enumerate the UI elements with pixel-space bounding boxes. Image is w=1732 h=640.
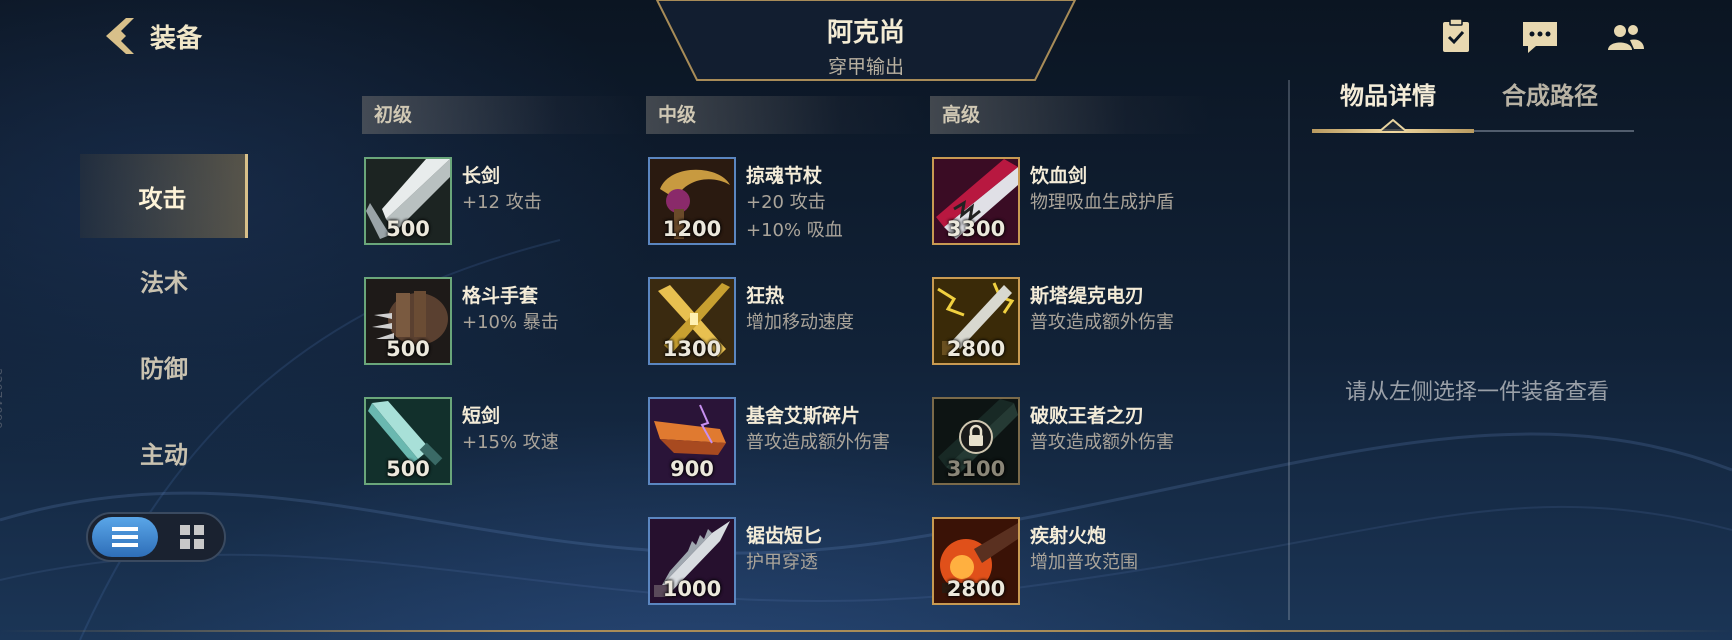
friends-icon [1608,25,1644,50]
item-name: 破败王者之刃 [1030,405,1145,427]
lock-icon [959,420,993,454]
item-desc: +20 攻击 +10% 吸血 [746,189,843,245]
item-desc: 物理吸血生成护盾 [1030,192,1174,213]
item-price: 2800 [946,337,1006,361]
clipboard-check-icon [1443,18,1469,52]
rapid-firecannon-thumb: 2800 [932,517,1020,605]
item-name: 锯齿短匕 [746,525,823,547]
kircheis-shard-thumb: 900 [648,397,736,485]
soul-scepter-thumb: 1200 [648,157,736,245]
sidebar-item-label: 防御 [140,354,188,383]
item-long-sword[interactable]: 500 长剑 +12 攻击 [364,157,634,253]
item-price: 500 [386,217,430,241]
chat-button[interactable] [1520,18,1560,56]
statikk-shiv-thumb: 2800 [932,277,1020,365]
item-price: 500 [386,457,430,481]
item-price: 2800 [946,577,1006,601]
item-name: 疾射火炮 [1030,525,1107,547]
long-sword-thumb: 500 [364,157,452,245]
column-header-intermediate: 中级 [646,96,926,134]
gauntlet-thumb: 500 [364,277,452,365]
item-desc-line: +10% 吸血 [746,220,843,241]
item-name: 掠魂节杖 [746,165,823,187]
bloodthirster-thumb: 3300 [932,157,1020,245]
item-gauntlet[interactable]: 500 格斗手套 +10% 暴击 [364,277,634,373]
friends-button[interactable] [1606,18,1646,56]
item-desc: 普攻造成额外伤害 [1030,432,1174,453]
view-toggle [86,512,226,562]
item-price: 3300 [946,217,1006,241]
item-desc: +12 攻击 [462,192,542,213]
item-dagger[interactable]: 500 短剑 +15% 攻速 [364,397,634,493]
sidebar-item-active[interactable]: 主动 [80,410,248,494]
item-statikk-shiv[interactable]: 2800 斯塔缇克电刃 普攻造成额外伤害 [932,277,1202,373]
page-title: 装备 [150,24,203,54]
item-price: 1300 [662,337,722,361]
item-name: 饮血剑 [1030,165,1088,187]
item-desc: 增加移动速度 [746,312,854,333]
botrk-thumb: 3100 [932,397,1020,485]
grid-icon [180,525,204,549]
watermark-id: 22074099 [0,368,4,430]
column-header-basic: 初级 [362,96,642,134]
item-desc-line: +20 攻击 [746,192,826,213]
item-price: 1200 [662,217,722,241]
item-zeal[interactable]: 1300 狂热 增加移动速度 [648,277,918,373]
item-desc: 普攻造成额外伤害 [1030,312,1174,333]
sidebar-item-attack[interactable]: 攻击 [80,154,248,238]
back-arrow-icon [106,18,134,54]
item-desc: +10% 暴击 [462,312,559,333]
chat-bubble-icon [1523,22,1557,53]
bottom-border [0,630,1732,632]
item-name: 短剑 [462,405,501,427]
item-desc: 增加普攻范围 [1030,552,1138,573]
item-name: 狂热 [746,285,785,307]
item-bloodthirster[interactable]: 3300 饮血剑 物理吸血生成护盾 [932,157,1202,253]
grid-view-button[interactable] [162,517,222,557]
item-price: 1000 [662,577,722,601]
hero-role: 穿甲输出 [827,56,904,78]
item-name: 基舍艾斯碎片 [746,405,861,427]
dagger-thumb: 500 [364,397,452,485]
back-button[interactable] [96,14,142,58]
tab-caret-icon [1379,118,1407,132]
sidebar-item-defense[interactable]: 防御 [80,324,248,408]
item-kircheis-shard[interactable]: 900 基舍艾斯碎片 普攻造成额外伤害 [648,397,918,493]
item-name: 格斗手套 [462,285,539,307]
item-desc: +15% 攻速 [462,432,559,453]
column-header-advanced: 高级 [930,96,1210,134]
item-desc: 普攻造成额外伤害 [746,432,890,453]
list-view-button[interactable] [92,517,158,557]
item-price: 3100 [946,457,1006,481]
item-name: 斯塔缇克电刃 [1030,285,1145,307]
item-price: 900 [670,457,714,481]
hero-name: 阿克尚 [826,18,905,48]
tab-item-details[interactable]: 物品详情 [1340,76,1436,111]
sidebar-item-magic[interactable]: 法术 [80,238,248,322]
sidebar-item-label: 攻击 [138,184,187,213]
panel-divider [1288,80,1290,620]
zeal-thumb: 1300 [648,277,736,365]
item-soul-scepter[interactable]: 1200 掠魂节杖 +20 攻击 +10% 吸血 [648,157,918,253]
item-name: 长剑 [462,165,501,187]
serrated-dirk-thumb: 1000 [648,517,736,605]
list-icon [112,527,138,547]
task-clipboard-button[interactable] [1436,18,1476,56]
item-botrk[interactable]: 3100 破败王者之刃 普攻造成额外伤害 [932,397,1202,493]
item-desc: 护甲穿透 [746,552,818,573]
item-rapid-firecannon[interactable]: 2800 疾射火炮 增加普攻范围 [932,517,1202,613]
sidebar-item-label: 法术 [140,268,188,297]
tab-build-path[interactable]: 合成路径 [1502,76,1598,111]
sidebar-item-label: 主动 [140,440,188,469]
item-serrated-dirk[interactable]: 1000 锯齿短匕 护甲穿透 [648,517,918,613]
detail-empty-message: 请从左侧选择一件装备查看 [1344,380,1609,405]
item-price: 500 [386,337,430,361]
